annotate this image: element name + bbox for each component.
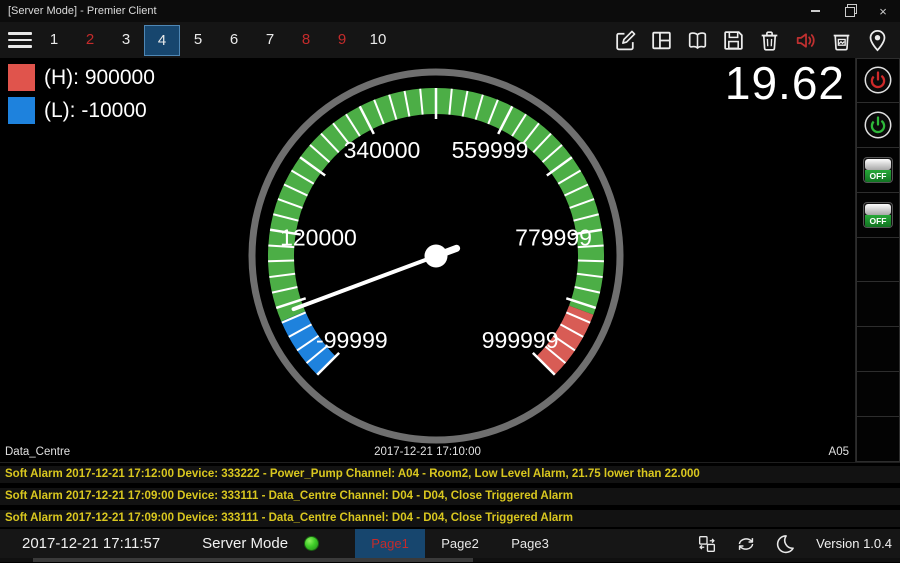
gauge-panel: -99999 120000 340000 559999 779999 999999 (H)… xyxy=(0,58,855,462)
restore-button[interactable] xyxy=(832,0,866,22)
control-sidebar: OFF OFF xyxy=(855,58,900,462)
channel-id: A05 xyxy=(829,446,849,458)
toggle-off-icon: OFF xyxy=(863,157,893,183)
high-legend-swatch xyxy=(8,64,35,91)
sidebar-cell-7 xyxy=(856,327,900,372)
screen-tab-strip: 12345678910 xyxy=(36,22,396,58)
horizontal-scrollbar[interactable] xyxy=(0,558,900,562)
main-area: -99999 120000 340000 559999 779999 999999 (H)… xyxy=(0,58,900,463)
sync-icon[interactable] xyxy=(735,533,757,555)
svg-text:-99999: -99999 xyxy=(316,327,388,353)
statusbar: 2017-12-21 17:11:57 Server Mode Page1Pag… xyxy=(0,529,900,562)
screen-tab-5[interactable]: 5 xyxy=(180,24,216,56)
low-legend-swatch xyxy=(8,97,35,124)
threshold-legend: (H): 900000 (L): -10000 xyxy=(8,64,155,130)
alarm-row[interactable]: Soft Alarm 2017-12-21 17:09:00 Device: 3… xyxy=(0,488,900,505)
app-window: [Server Mode] - Premier Client × 1234567… xyxy=(0,0,900,563)
sidebar-cell-6 xyxy=(856,282,900,327)
minimize-button[interactable] xyxy=(798,0,832,22)
sidebar-cell-5 xyxy=(856,238,900,283)
low-legend-label: (L): -10000 xyxy=(44,99,147,123)
screen-tab-9[interactable]: 9 xyxy=(324,24,360,56)
statusbar-icons xyxy=(696,529,796,558)
page-tab-page3[interactable]: Page3 xyxy=(495,529,565,558)
edit-icon[interactable] xyxy=(613,28,638,53)
screen-tab-6[interactable]: 6 xyxy=(216,24,252,56)
status-time: 2017-12-21 17:11:57 xyxy=(22,529,160,558)
switch-1-toggle[interactable]: OFF xyxy=(856,148,900,193)
power-red-icon xyxy=(862,64,894,96)
server-status-indicator xyxy=(304,536,319,551)
swap-windows-icon[interactable] xyxy=(696,533,718,555)
moon-icon[interactable] xyxy=(774,533,796,555)
window-controls: × xyxy=(798,0,900,22)
screen-tab-4[interactable]: 4 xyxy=(144,25,180,56)
low-legend-row: (L): -10000 xyxy=(8,97,155,124)
location-pin-icon[interactable] xyxy=(865,28,890,53)
alarm-row[interactable]: Soft Alarm 2017-12-21 17:09:00 Device: 3… xyxy=(0,510,900,527)
high-legend-label: (H): 900000 xyxy=(44,66,155,90)
screen-tab-3[interactable]: 3 xyxy=(108,24,144,56)
speaker-icon[interactable] xyxy=(793,28,818,53)
screen-tab-1[interactable]: 1 xyxy=(36,24,72,56)
recycle-bin-icon[interactable] xyxy=(829,28,854,53)
minimize-icon xyxy=(811,10,820,12)
screen-tab-2[interactable]: 2 xyxy=(72,24,108,56)
sidebar-cell-9 xyxy=(856,417,900,462)
server-mode-label: Server Mode xyxy=(202,529,288,558)
screen-tab-7[interactable]: 7 xyxy=(252,24,288,56)
screen-tab-8[interactable]: 8 xyxy=(288,24,324,56)
gauge-footer: Data_Centre 2017-12-21 17:10:00 A05 xyxy=(0,446,855,461)
window-title: [Server Mode] - Premier Client xyxy=(8,5,157,17)
toggle-off-icon: OFF xyxy=(863,202,893,228)
save-icon[interactable] xyxy=(721,28,746,53)
alarm-list: Soft Alarm 2017-12-21 17:12:00 Device: 3… xyxy=(0,463,900,529)
toolbar: 12345678910 xyxy=(0,22,900,58)
power-on-button[interactable] xyxy=(856,103,900,148)
restore-icon xyxy=(845,7,853,15)
version-label: Version 1.0.4 xyxy=(816,529,892,558)
high-legend-row: (H): 900000 xyxy=(8,64,155,91)
page-tab-page1[interactable]: Page1 xyxy=(355,529,425,558)
svg-text:559999: 559999 xyxy=(452,137,529,163)
svg-text:340000: 340000 xyxy=(344,137,421,163)
alarm-row[interactable]: Soft Alarm 2017-12-21 17:12:00 Device: 3… xyxy=(0,466,900,483)
svg-text:120000: 120000 xyxy=(280,224,357,250)
layout-icon[interactable] xyxy=(649,28,674,53)
trash-icon[interactable] xyxy=(757,28,782,53)
close-button[interactable]: × xyxy=(866,0,900,22)
power-green-icon xyxy=(862,109,894,141)
switch-2-toggle[interactable]: OFF xyxy=(856,193,900,238)
screen-tab-10[interactable]: 10 xyxy=(360,24,396,56)
menu-icon[interactable] xyxy=(8,28,32,52)
sidebar-cell-8 xyxy=(856,372,900,417)
titlebar: [Server Mode] - Premier Client × xyxy=(0,0,900,22)
sample-timestamp: 2017-12-21 17:10:00 xyxy=(0,446,855,458)
scrollbar-thumb[interactable] xyxy=(33,558,473,562)
book-icon[interactable] xyxy=(685,28,710,53)
current-value: 19.62 xyxy=(725,56,845,110)
svg-text:999999: 999999 xyxy=(482,327,559,353)
power-off-button[interactable] xyxy=(856,58,900,103)
toolbar-icons xyxy=(613,28,900,53)
svg-text:779999: 779999 xyxy=(515,224,592,250)
page-tab-page2[interactable]: Page2 xyxy=(425,529,495,558)
